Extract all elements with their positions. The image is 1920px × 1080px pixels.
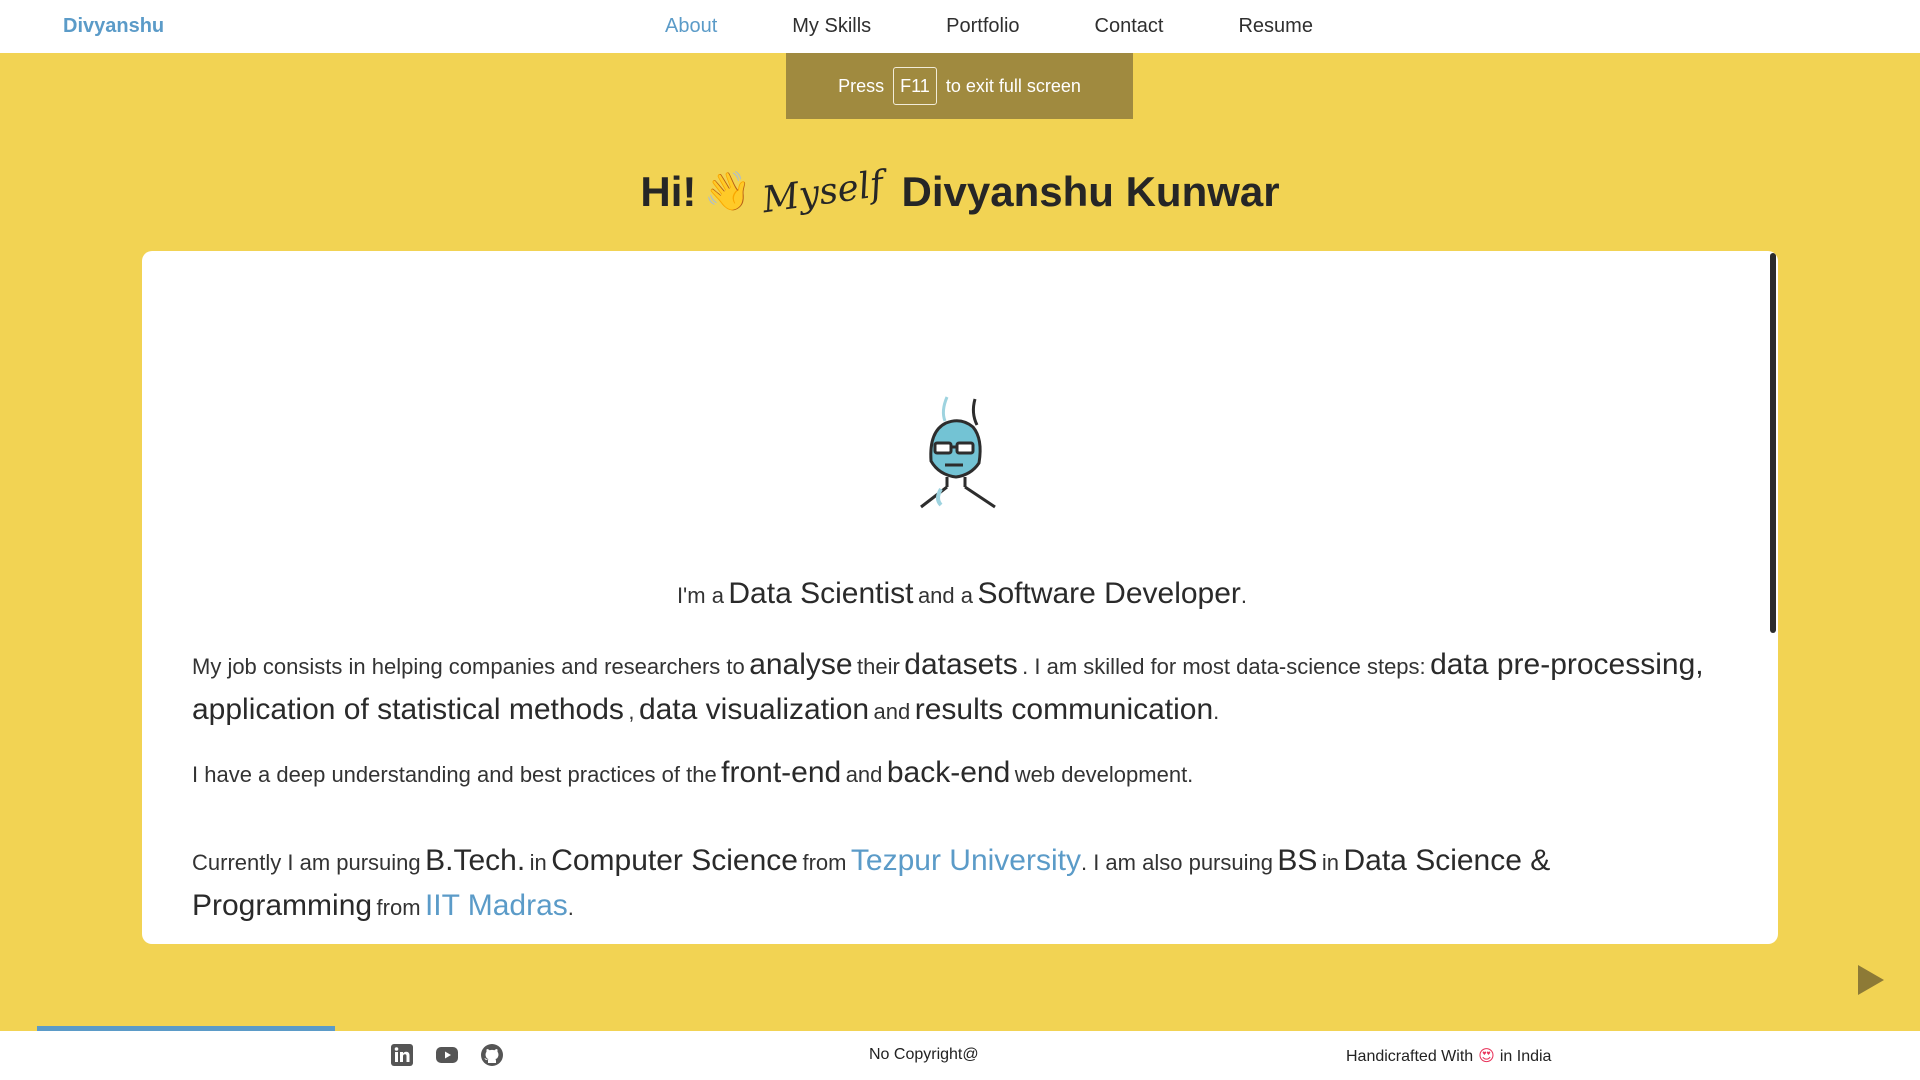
education-keyword: Programming bbox=[192, 889, 373, 922]
myself-script: Myself bbox=[759, 163, 886, 221]
web-text: I have a deep understanding and best pra… bbox=[192, 762, 717, 787]
education-text: in bbox=[1321, 850, 1340, 875]
web-keyword: front-end bbox=[721, 756, 842, 789]
education-text: in bbox=[529, 850, 547, 875]
tezpur-university-link[interactable]: Tezpur University bbox=[851, 844, 1081, 877]
handcrafted-after: in India bbox=[1499, 1048, 1552, 1065]
waving-hand-icon: 👋 bbox=[704, 171, 752, 213]
education-keyword: Computer Science bbox=[551, 844, 798, 877]
nav-links: About My Skills Portfolio Contact Resume bbox=[665, 0, 1388, 53]
footer: No Copyright@ Handicrafted With 😍 in India bbox=[0, 1031, 1920, 1080]
education-text: . I am also pursuing bbox=[1080, 850, 1273, 875]
role-data-scientist: Data Scientist bbox=[728, 577, 914, 610]
education-text: from bbox=[802, 850, 847, 875]
navbar: Divyanshu About My Skills Portfolio Cont… bbox=[0, 0, 1920, 53]
intro-text: and a bbox=[917, 583, 973, 608]
linkedin-icon[interactable] bbox=[390, 1043, 414, 1067]
job-keyword: datasets bbox=[904, 648, 1018, 681]
job-keyword: application of statistical methods bbox=[192, 693, 624, 726]
iit-madras-link[interactable]: IIT Madras bbox=[425, 889, 568, 922]
nav-link-my-skills[interactable]: My Skills bbox=[792, 15, 871, 38]
f11-key: F11 bbox=[893, 67, 937, 105]
about-card: I'm a Data Scientist and a Software Deve… bbox=[142, 251, 1778, 944]
developer-avatar-icon bbox=[920, 396, 996, 509]
job-keyword: analyse bbox=[749, 648, 853, 681]
nav-link-contact[interactable]: Contact bbox=[1095, 15, 1164, 38]
role-software-developer: Software Developer bbox=[977, 577, 1241, 610]
web-text: and bbox=[845, 762, 883, 787]
education-text: from bbox=[376, 895, 421, 920]
web-text: web development. bbox=[1014, 762, 1194, 787]
web-keyword: back-end bbox=[886, 756, 1011, 789]
handcrafted-before: Handicrafted With bbox=[1346, 1048, 1474, 1065]
page-heading: Hi! 👋 Myself Divyanshu Kunwar bbox=[0, 163, 1920, 221]
youtube-icon[interactable] bbox=[435, 1043, 459, 1067]
intro-text: . bbox=[1240, 583, 1248, 608]
handcrafted-text: Handicrafted With 😍 in India bbox=[1346, 1046, 1551, 1066]
job-text: their bbox=[857, 654, 900, 679]
job-text: My job consists in helping companies and… bbox=[192, 654, 745, 679]
greeting: Hi! bbox=[640, 168, 697, 215]
fullscreen-notice: Press F11 to exit full screen bbox=[786, 53, 1133, 119]
job-keyword: results communication bbox=[914, 693, 1214, 726]
job-text: . bbox=[1213, 699, 1220, 724]
job-paragraph: My job consists in helping companies and… bbox=[192, 645, 1732, 735]
education-keyword: Data Science & bbox=[1343, 844, 1551, 877]
education-keyword: B.Tech. bbox=[425, 844, 526, 877]
education-keyword: BS bbox=[1277, 844, 1318, 877]
heart-eyes-icon: 😍 bbox=[1478, 1048, 1495, 1065]
intro-paragraph: I'm a Data Scientist and a Software Deve… bbox=[192, 577, 1732, 611]
job-text: and bbox=[873, 699, 911, 724]
next-slide-icon[interactable] bbox=[1858, 965, 1884, 995]
web-paragraph: I have a deep understanding and best pra… bbox=[192, 756, 1732, 790]
full-name: Divyanshu Kunwar bbox=[901, 168, 1280, 215]
education-paragraph: Currently I am pursuing B.Tech. in Compu… bbox=[192, 841, 1732, 931]
job-keyword: data visualization bbox=[638, 693, 870, 726]
job-text: , bbox=[628, 699, 635, 724]
nav-link-resume[interactable]: Resume bbox=[1238, 15, 1312, 38]
job-keyword: data pre-processing, bbox=[1430, 648, 1704, 681]
nav-link-about[interactable]: About bbox=[665, 15, 717, 38]
brand-logo[interactable]: Divyanshu bbox=[63, 15, 164, 38]
job-text: . I am skilled for most data-science ste… bbox=[1022, 654, 1426, 679]
social-links bbox=[390, 1043, 525, 1067]
intro-text: I'm a bbox=[676, 583, 724, 608]
fullscreen-notice-text-before: Press bbox=[838, 75, 885, 96]
copyright-text: No Copyright@ bbox=[869, 1046, 979, 1063]
card-scrollbar[interactable] bbox=[1770, 253, 1776, 633]
nav-link-portfolio[interactable]: Portfolio bbox=[946, 15, 1019, 38]
fullscreen-notice-text-after: to exit full screen bbox=[945, 75, 1081, 96]
github-icon[interactable] bbox=[480, 1043, 504, 1067]
education-text: Currently I am pursuing bbox=[192, 850, 421, 875]
education-text: . bbox=[567, 895, 574, 920]
